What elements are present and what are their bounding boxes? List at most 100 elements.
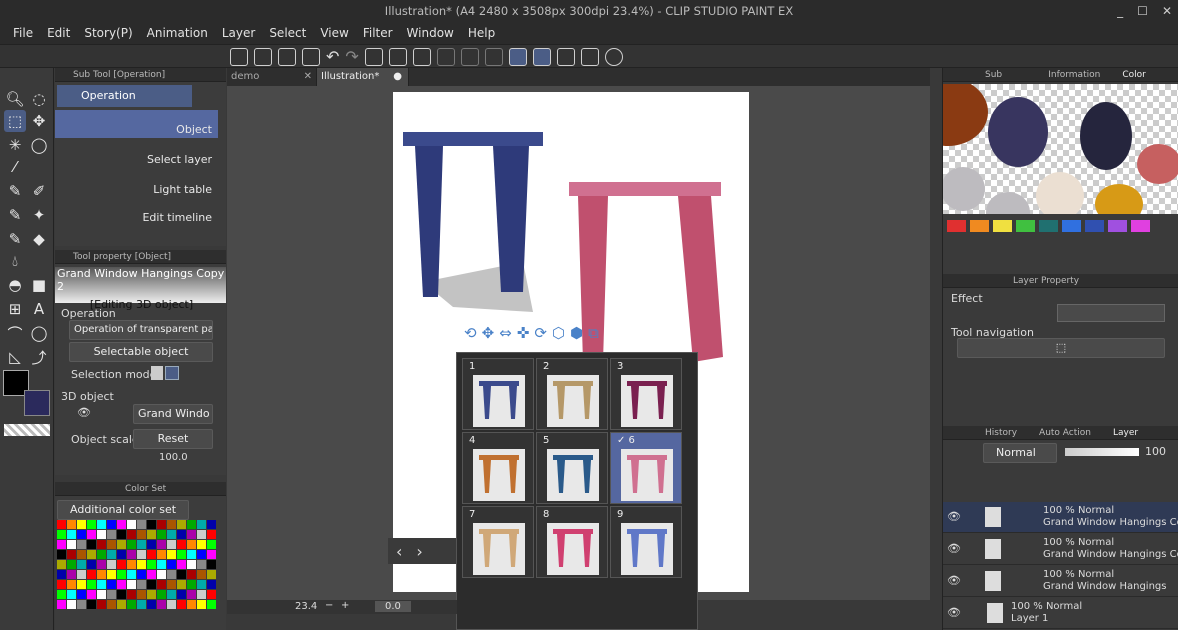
color-set-swatch[interactable]: [97, 600, 106, 609]
color-set-swatch[interactable]: [107, 580, 116, 589]
color-set-swatch[interactable]: [137, 530, 146, 539]
color-set-swatch[interactable]: [177, 570, 186, 579]
fill-icon[interactable]: [388, 47, 407, 66]
variation-cell[interactable]: 5: [536, 432, 608, 504]
variation-cell[interactable]: 7: [462, 506, 534, 578]
variation-cell[interactable]: 8: [536, 506, 608, 578]
color-set-swatch[interactable]: [177, 590, 186, 599]
color-set-swatch[interactable]: [117, 530, 126, 539]
color-set-swatch[interactable]: [107, 570, 116, 579]
transparent-color-swatch[interactable]: [4, 424, 50, 436]
eye-icon[interactable]: 👁︎: [77, 406, 91, 419]
mix-color-swatch[interactable]: [947, 220, 966, 232]
subtool-light-table[interactable]: Light table: [55, 170, 218, 198]
color-set-swatch[interactable]: [77, 540, 86, 549]
color-set-swatch[interactable]: [87, 520, 96, 529]
color-set-swatch[interactable]: [77, 560, 86, 569]
color-set-swatch[interactable]: [157, 520, 166, 529]
color-set-swatch[interactable]: [127, 520, 136, 529]
figure-icon[interactable]: ⌒: [4, 322, 26, 344]
color-set-swatch[interactable]: [207, 590, 216, 599]
save-icon[interactable]: [302, 47, 320, 66]
color-set-swatch[interactable]: [137, 570, 146, 579]
tool-navigation-button[interactable]: ⬚: [957, 338, 1165, 358]
color-set-swatch[interactable]: [177, 600, 186, 609]
operation-select[interactable]: Operation of transparent part: [69, 320, 213, 340]
reset-button[interactable]: Reset: [133, 429, 213, 449]
move-tool-icon[interactable]: ✥: [28, 110, 50, 132]
color-set-swatch[interactable]: [147, 560, 156, 569]
color-set-swatch[interactable]: [117, 550, 126, 559]
color-set-swatch[interactable]: [197, 560, 206, 569]
color-set-swatch[interactable]: [117, 570, 126, 579]
lasso-select-icon[interactable]: ◌: [28, 88, 50, 110]
menu-file[interactable]: File: [6, 26, 40, 40]
variation-cell[interactable]: 3: [610, 358, 682, 430]
correct-line-icon[interactable]: ⤴: [28, 346, 50, 368]
color-set-swatch[interactable]: [57, 540, 66, 549]
object-rotate-icon[interactable]: ⟳: [534, 324, 547, 342]
color-set-swatch[interactable]: [57, 550, 66, 559]
color-set-swatch[interactable]: [157, 580, 166, 589]
color-set-swatch[interactable]: [197, 600, 206, 609]
color-set-swatch[interactable]: [177, 580, 186, 589]
eraser-icon[interactable]: ◆: [28, 228, 50, 250]
color-set-swatch[interactable]: [77, 520, 86, 529]
tab-sub-view[interactable]: Sub View: [985, 68, 1026, 94]
color-set-swatch[interactable]: [157, 550, 166, 559]
color-set-swatch[interactable]: [67, 560, 76, 569]
color-set-swatch[interactable]: [97, 590, 106, 599]
tab-layer[interactable]: Layer: [1113, 426, 1138, 439]
subtool-edit-timeline[interactable]: Edit timeline: [55, 198, 218, 226]
eyedropper-icon[interactable]: ⁄: [4, 156, 26, 178]
color-set-swatch[interactable]: [167, 530, 176, 539]
effect-buttons[interactable]: [1057, 304, 1165, 322]
color-set-swatch[interactable]: [147, 600, 156, 609]
color-set-swatch[interactable]: [157, 560, 166, 569]
mix-color-swatch[interactable]: [1016, 220, 1035, 232]
color-set-swatch[interactable]: [117, 590, 126, 599]
color-set-swatch[interactable]: [117, 580, 126, 589]
color-set-swatch[interactable]: [207, 570, 216, 579]
menu-view[interactable]: View: [313, 26, 355, 40]
snap-grid-icon[interactable]: [556, 47, 575, 66]
color-set-swatch[interactable]: [137, 540, 146, 549]
color-set-swatch[interactable]: [57, 570, 66, 579]
frame-icon[interactable]: ⊞: [4, 298, 26, 320]
color-set-swatch[interactable]: [197, 580, 206, 589]
airbrush-icon[interactable]: ✦: [28, 204, 50, 226]
color-set-swatch[interactable]: [187, 590, 196, 599]
tab-history[interactable]: History: [985, 426, 1017, 439]
object-variations-icon[interactable]: ⬢: [570, 324, 583, 342]
color-set-swatch[interactable]: [97, 520, 106, 529]
mix-color-swatch[interactable]: [1131, 220, 1150, 232]
launcher-prev-icon[interactable]: ‹: [396, 542, 402, 561]
color-set-swatch[interactable]: [167, 600, 176, 609]
variation-cell[interactable]: 4: [462, 432, 534, 504]
snap-ruler-icon[interactable]: [508, 47, 527, 66]
help-icon[interactable]: [604, 47, 623, 66]
color-set-swatch[interactable]: [97, 580, 106, 589]
color-set-swatch[interactable]: [147, 570, 156, 579]
color-set-swatch[interactable]: [167, 560, 176, 569]
color-set-swatch[interactable]: [177, 520, 186, 529]
color-set-swatch[interactable]: [147, 580, 156, 589]
pen-icon[interactable]: ✎: [4, 180, 26, 202]
menu-animation[interactable]: Animation: [140, 26, 215, 40]
color-set-swatch[interactable]: [67, 600, 76, 609]
color-set-swatch[interactable]: [97, 570, 106, 579]
layer-visibility-icon[interactable]: 👁︎: [947, 510, 961, 523]
color-set-swatch[interactable]: [107, 600, 116, 609]
invert-selection-icon[interactable]: [460, 47, 479, 66]
selection-mode-option-1[interactable]: [151, 366, 163, 380]
layer-row[interactable]: 👁︎ 100 % NormalGrand Window Hangings Copy: [943, 534, 1178, 565]
mix-color-swatch[interactable]: [970, 220, 989, 232]
color-set-swatch[interactable]: [67, 520, 76, 529]
color-set-swatch[interactable]: [107, 560, 116, 569]
color-set-swatch[interactable]: [127, 540, 136, 549]
subtool-select-layer[interactable]: Select layer: [55, 140, 218, 168]
camera-rotate-icon[interactable]: ⟲: [464, 324, 477, 342]
color-set-swatch[interactable]: [87, 590, 96, 599]
color-set-swatch[interactable]: [137, 520, 146, 529]
auto-select-icon[interactable]: ✳: [4, 134, 26, 156]
